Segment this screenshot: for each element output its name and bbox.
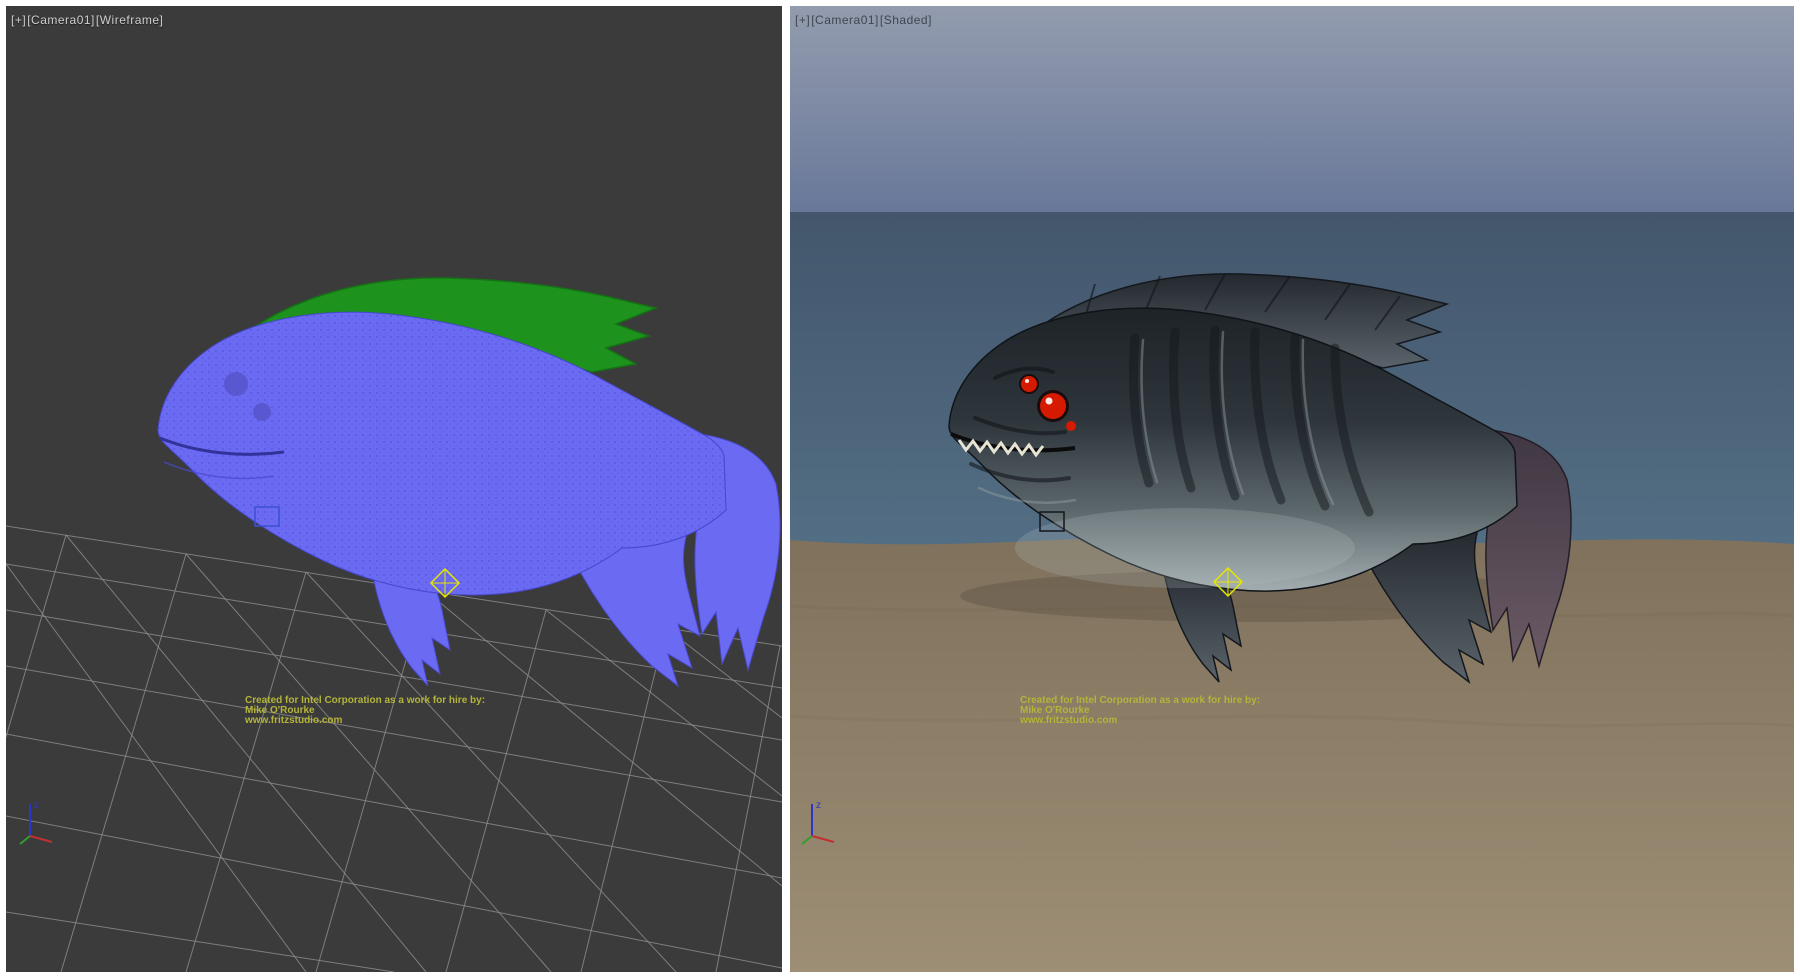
viewport-camera01-shaded[interactable]: z [+][Camera01][Shaded] Created for Inte…	[790, 6, 1794, 972]
fish-belly-highlight	[1015, 508, 1355, 588]
license-watermark: Created for Intel Corporation as a work …	[245, 696, 485, 726]
watermark-line3: www.fritzstudio.com	[1020, 716, 1260, 726]
viewport-menu-shading[interactable]: [Wireframe]	[96, 13, 164, 27]
license-watermark: Created for Intel Corporation as a work …	[1020, 696, 1260, 726]
viewport-label-right: [+][Camera01][Shaded]	[795, 13, 933, 27]
viewport-menu-camera[interactable]: [Camera01]	[27, 13, 95, 27]
axis-z-label: z	[34, 800, 39, 811]
viewport-menu-expand[interactable]: [+]	[795, 13, 810, 27]
viewport-label-left: [+][Camera01][Wireframe]	[11, 13, 164, 27]
viewport-menu-expand[interactable]: [+]	[11, 13, 26, 27]
fish-eye-spot-2	[253, 403, 271, 421]
viewport-menu-shading[interactable]: [Shaded]	[880, 13, 932, 27]
dual-viewport-window: z [+][Camera01][Wireframe] Created for I…	[0, 0, 1800, 978]
axis-y-line	[20, 836, 30, 844]
axis-z-label: z	[816, 800, 821, 811]
wireframe-scene-canvas: z	[6, 6, 782, 972]
axis-x-line	[30, 836, 52, 842]
fish-eye-spot-1	[224, 372, 248, 396]
viewport-menu-camera[interactable]: [Camera01]	[811, 13, 879, 27]
shaded-scene-canvas: z	[790, 6, 1794, 972]
sky-background	[790, 6, 1794, 212]
fish-model-wireframe[interactable]	[158, 278, 780, 686]
viewport-camera01-wireframe[interactable]: z [+][Camera01][Wireframe] Created for I…	[6, 6, 782, 972]
watermark-line3: www.fritzstudio.com	[245, 716, 485, 726]
